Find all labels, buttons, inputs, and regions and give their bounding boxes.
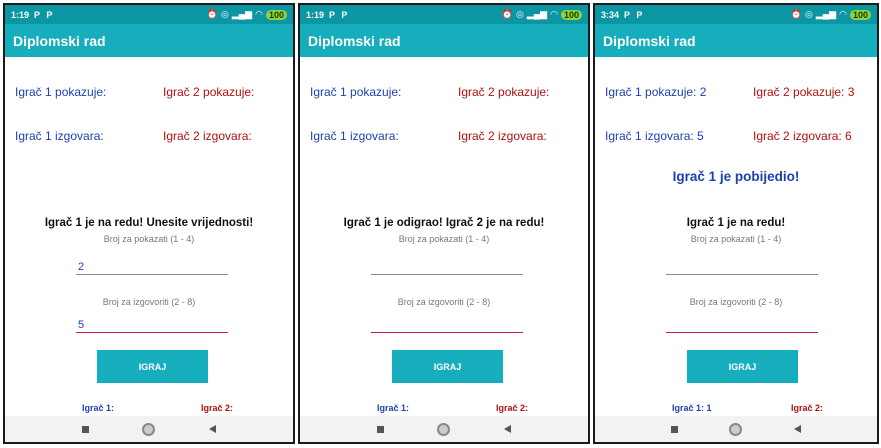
- player2-shows-label: Igrač 2 pokazuje: 3: [753, 85, 855, 99]
- say-number-input[interactable]: [666, 314, 818, 333]
- home-circle-icon[interactable]: [142, 422, 156, 436]
- says-row: Igrač 1 izgovara: 5 Igrač 2 izgovara: 6: [605, 129, 873, 143]
- shows-row: Igrač 1 pokazuje: Igrač 2 pokazuje:: [310, 85, 584, 99]
- say-number-hint: Broj za izgovoriti (2 - 8): [397, 297, 491, 307]
- player2-score: Igrač 2:: [201, 403, 234, 413]
- player2-says-label: Igrač 2 izgovara:: [458, 129, 547, 143]
- player2-shows-label: Igrač 2 pokazuje:: [458, 85, 550, 99]
- player1-says-label: Igrač 1 izgovara:: [310, 129, 399, 143]
- status-time: 1:19: [11, 9, 30, 20]
- home-circle-icon[interactable]: [437, 422, 451, 436]
- winner-message: Igrač 1 je pobijedio!: [672, 169, 800, 184]
- player1-says-label: Igrač 1 izgovara: 5: [605, 129, 704, 143]
- alarm-icon: ⏰: [206, 9, 219, 19]
- show-number-hint: Broj za pokazati (1 - 4): [690, 234, 782, 244]
- player1-score: Igrač 1:: [82, 403, 115, 413]
- say-number-hint: Broj za izgovoriti (2 - 8): [102, 297, 196, 307]
- notification-p-icon: P P: [34, 9, 55, 20]
- wifi-icon: ◠: [839, 9, 847, 19]
- navigation-bar: [300, 416, 588, 442]
- show-number-input[interactable]: [371, 256, 523, 275]
- play-button[interactable]: IGRAJ: [97, 350, 208, 383]
- back-triangle-icon[interactable]: [209, 425, 217, 433]
- play-button[interactable]: IGRAJ: [392, 350, 503, 383]
- player2-says-label: Igrač 2 izgovara:: [163, 129, 252, 143]
- back-triangle-icon[interactable]: [794, 425, 802, 433]
- turn-message: Igrač 1 je na redu! Unesite vrijednosti!: [44, 217, 254, 229]
- show-number-value: 2: [78, 261, 85, 273]
- shows-row: Igrač 1 pokazuje: Igrač 2 pokazuje:: [15, 85, 289, 99]
- home-circle-icon[interactable]: [729, 422, 743, 436]
- turn-message: Igrač 1 je odigrao! Igrač 2 je na redu!: [343, 217, 545, 229]
- recents-square-icon[interactable]: [81, 425, 89, 433]
- show-number-hint: Broj za pokazati (1 - 4): [103, 234, 195, 244]
- navigation-bar: [595, 416, 877, 442]
- back-triangle-icon[interactable]: [504, 425, 512, 433]
- game-content: Igrač 1 pokazuje: Igrač 2 pokazuje: Igra…: [5, 57, 293, 422]
- phone-screen-2: 1:19 P P ⏰ ◎ ▂▄▆ ◠ 100 Diplomski rad Igr…: [298, 3, 590, 444]
- notification-p-icon: P P: [329, 9, 350, 20]
- battery-icon: 100: [265, 9, 287, 20]
- show-number-input[interactable]: 2: [76, 256, 228, 275]
- show-number-hint: Broj za pokazati (1 - 4): [398, 234, 490, 244]
- says-row: Igrač 1 izgovara: Igrač 2 izgovara:: [310, 129, 584, 143]
- app-bar-title: Diplomski rad: [300, 24, 588, 57]
- status-bar: 3:34 P P ⏰ ◎ ▂▄▆ ◠ 100: [595, 5, 877, 24]
- status-time: 3:34: [601, 9, 620, 20]
- player1-shows-label: Igrač 1 pokazuje:: [15, 85, 107, 99]
- say-number-input[interactable]: [371, 314, 523, 333]
- say-number-input[interactable]: 5: [76, 314, 228, 333]
- signal-icon: ▂▄▆: [526, 9, 548, 19]
- say-number-hint: Broj za izgovoriti (2 - 8): [689, 297, 783, 307]
- wifi-icon: ◠: [550, 9, 558, 19]
- status-bar: 1:19 P P ⏰ ◎ ▂▄▆ ◠ 100: [300, 5, 588, 24]
- game-content: Igrač 1 pokazuje: 2 Igrač 2 pokazuje: 3 …: [595, 57, 877, 422]
- vibrate-icon: ◎: [516, 9, 524, 19]
- signal-icon: ▂▄▆: [815, 9, 837, 19]
- vibrate-icon: ◎: [805, 9, 813, 19]
- battery-icon: 100: [560, 9, 582, 20]
- phone-screen-3: 3:34 P P ⏰ ◎ ▂▄▆ ◠ 100 Diplomski rad Igr…: [593, 3, 879, 444]
- player2-says-label: Igrač 2 izgovara: 6: [753, 129, 852, 143]
- player1-shows-label: Igrač 1 pokazuje:: [310, 85, 402, 99]
- signal-icon: ▂▄▆: [231, 9, 253, 19]
- player2-score: Igrač 2:: [791, 403, 824, 413]
- alarm-icon: ⏰: [790, 9, 803, 19]
- status-bar: 1:19 P P ⏰ ◎ ▂▄▆ ◠ 100: [5, 5, 293, 24]
- says-row: Igrač 1 izgovara: Igrač 2 izgovara:: [15, 129, 289, 143]
- recents-square-icon[interactable]: [670, 425, 678, 433]
- notification-p-icon: P P: [624, 9, 645, 20]
- app-bar-title: Diplomski rad: [595, 24, 877, 57]
- turn-message: Igrač 1 je na redu!: [686, 217, 786, 229]
- game-content: Igrač 1 pokazuje: Igrač 2 pokazuje: Igra…: [300, 57, 588, 422]
- alarm-icon: ⏰: [501, 9, 514, 19]
- app-bar-title: Diplomski rad: [5, 24, 293, 57]
- player2-score: Igrač 2:: [496, 403, 529, 413]
- battery-icon: 100: [849, 9, 871, 20]
- player1-score: Igrač 1:: [377, 403, 410, 413]
- wifi-icon: ◠: [255, 9, 263, 19]
- player1-shows-label: Igrač 1 pokazuje: 2: [605, 85, 707, 99]
- say-number-value: 5: [78, 319, 85, 331]
- player1-says-label: Igrač 1 izgovara:: [15, 129, 104, 143]
- recents-square-icon[interactable]: [376, 425, 384, 433]
- player2-shows-label: Igrač 2 pokazuje:: [163, 85, 255, 99]
- play-button[interactable]: IGRAJ: [687, 350, 798, 383]
- vibrate-icon: ◎: [221, 9, 229, 19]
- player1-score: Igrač 1: 1: [672, 403, 712, 413]
- phone-screen-1: 1:19 P P ⏰ ◎ ▂▄▆ ◠ 100 Diplomski rad Igr…: [3, 3, 295, 444]
- navigation-bar: [5, 416, 293, 442]
- status-time: 1:19: [306, 9, 325, 20]
- show-number-input[interactable]: [666, 256, 818, 275]
- shows-row: Igrač 1 pokazuje: 2 Igrač 2 pokazuje: 3: [605, 85, 873, 99]
